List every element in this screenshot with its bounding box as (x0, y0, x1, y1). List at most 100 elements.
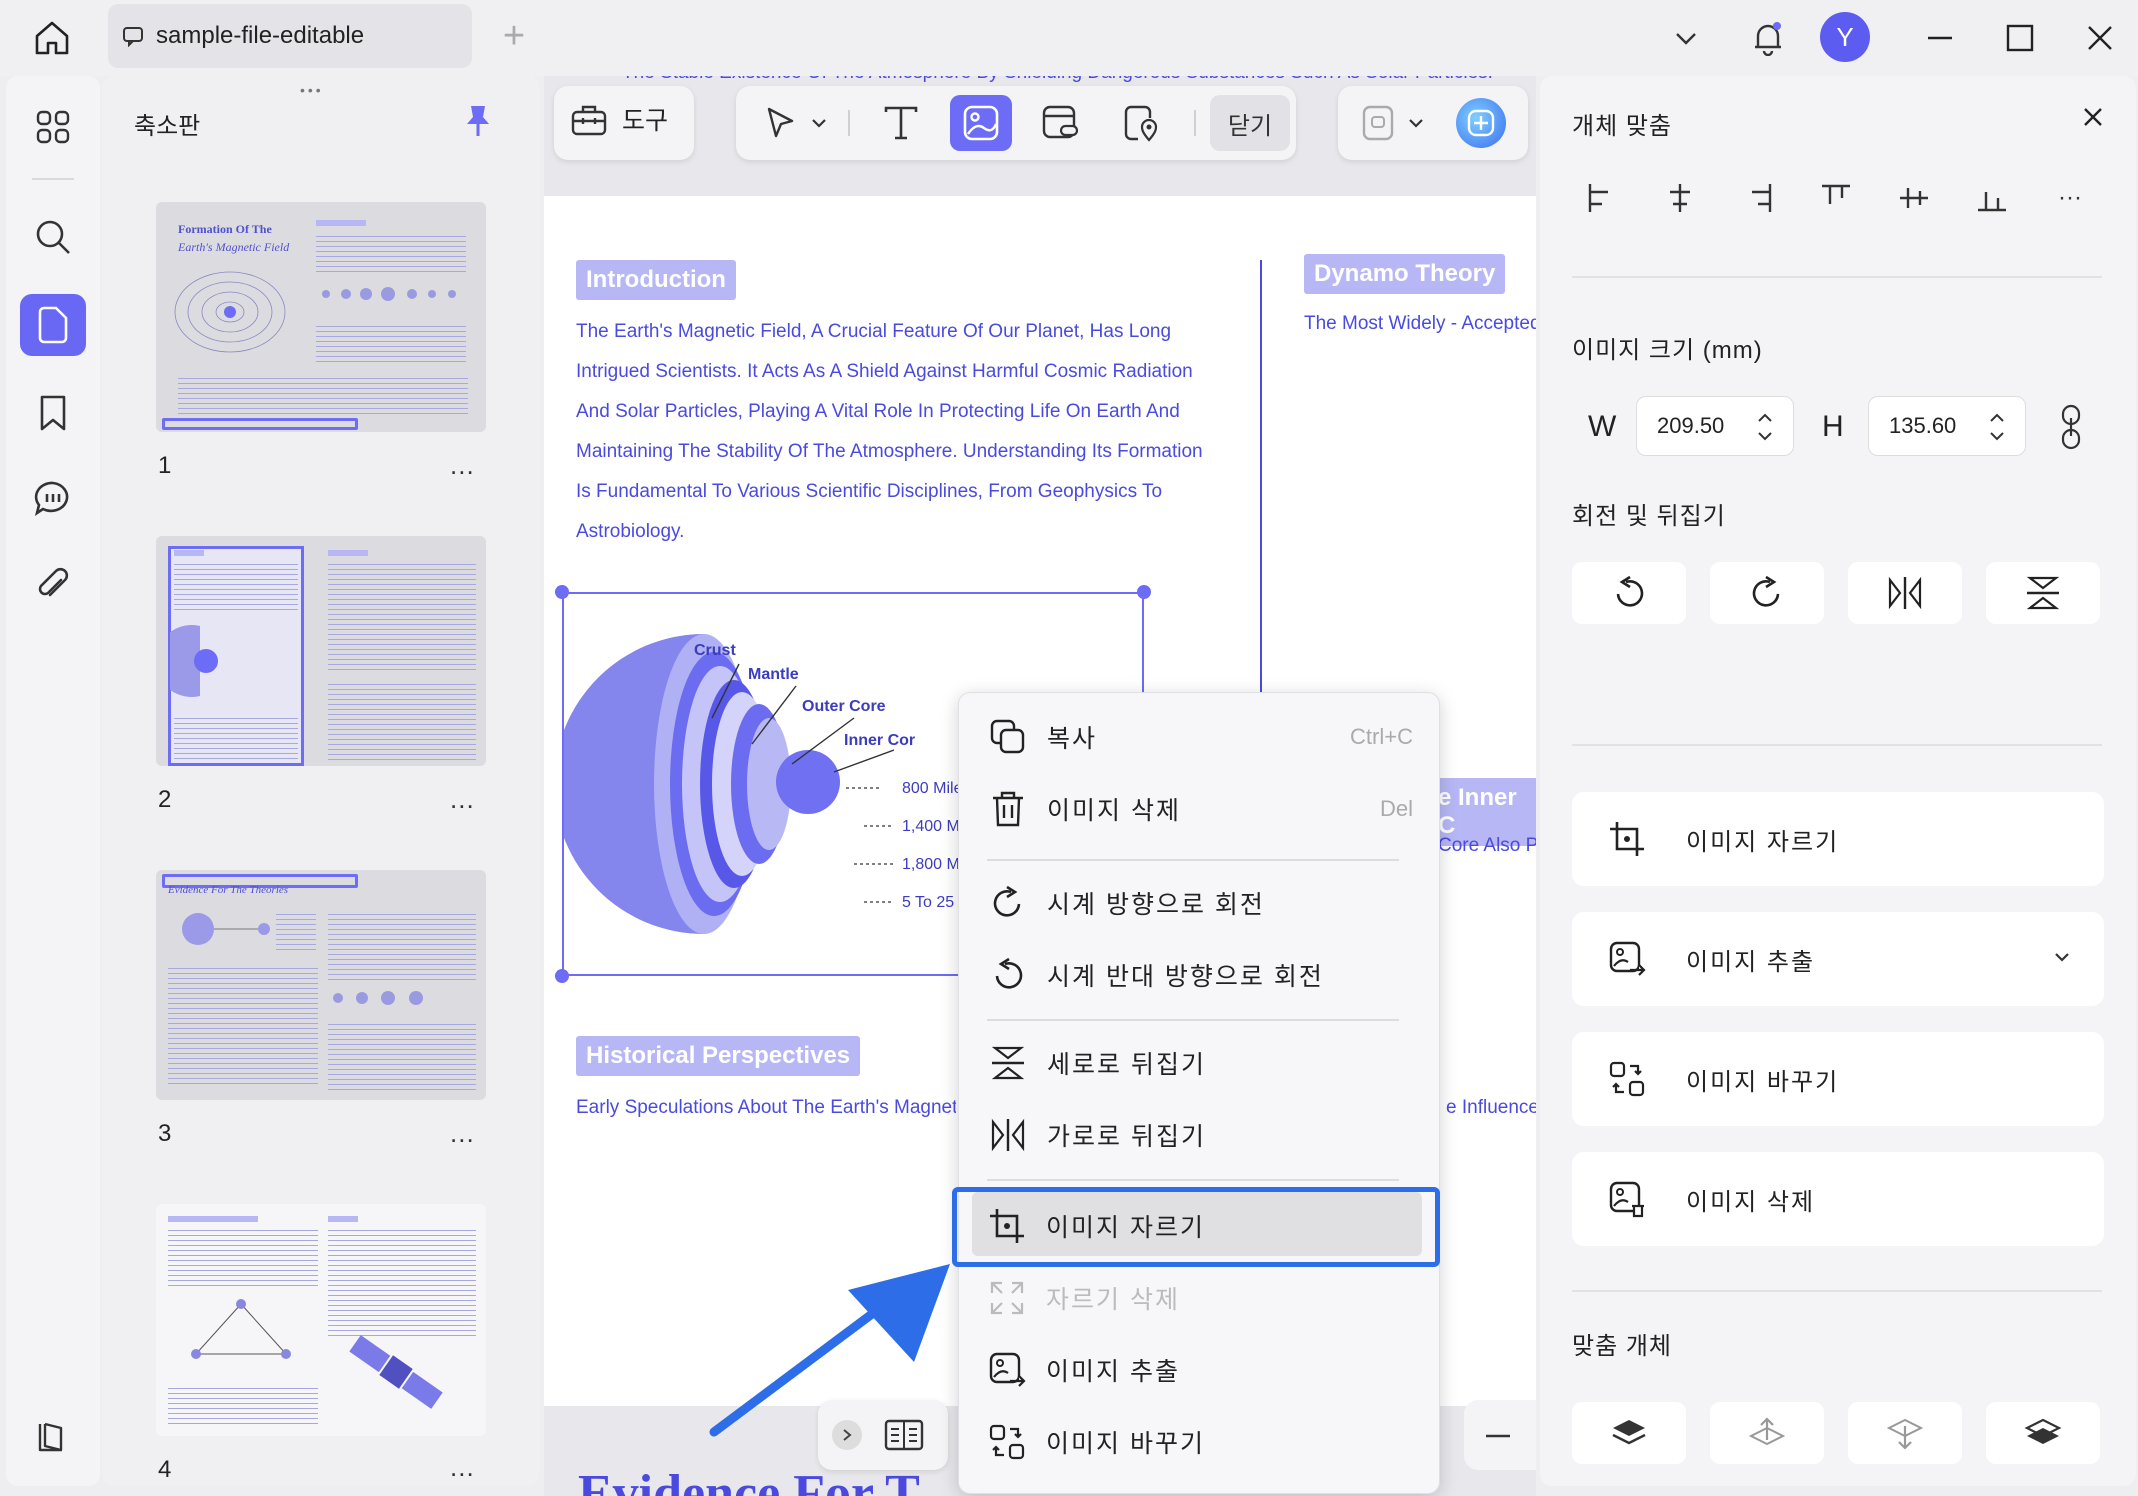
align-middle-button[interactable] (1894, 178, 1934, 218)
flip-vertical-icon (2026, 576, 2060, 610)
rail-attachments-button[interactable] (20, 554, 86, 616)
extract-image-button[interactable]: 이미지 추출 (1572, 912, 2104, 1006)
height-field[interactable]: 135.60 (1868, 396, 2026, 456)
delete-image-button[interactable]: 이미지 삭제 (1572, 1152, 2104, 1246)
flip-vertical-button[interactable] (1986, 562, 2100, 624)
thumb-title: Formation Of The (178, 222, 272, 236)
select-tool-button[interactable] (756, 95, 836, 151)
more-align-button[interactable]: ··· (2050, 178, 2090, 218)
page-thumbnail-3[interactable]: Evidence For The Theories (156, 870, 486, 1100)
page-thumbnail-4[interactable] (156, 1204, 486, 1436)
menu-item-rotate-cw[interactable]: 시계 방향으로 회전 (987, 873, 1427, 933)
menu-item-replace-image[interactable]: 이미지 바꾸기 (986, 1412, 1426, 1472)
link-tool-button[interactable] (1030, 95, 1092, 151)
crop-icon (1610, 822, 1644, 856)
earth-layers-illustration (170, 625, 218, 697)
chevron-down-icon[interactable] (2052, 950, 2072, 966)
rotate-ccw-button[interactable] (1572, 562, 1686, 624)
close-edit-button[interactable]: 닫기 (1210, 95, 1290, 151)
align-top-button[interactable] (1816, 178, 1856, 218)
stamp-tool-button[interactable] (1110, 95, 1172, 151)
ai-assistant-button[interactable] (1456, 98, 1506, 148)
replace-image-button[interactable]: 이미지 바꾸기 (1572, 1032, 2104, 1126)
rail-sidebar-toggle-button[interactable] (20, 1406, 86, 1468)
maximize-button[interactable] (1992, 10, 2048, 66)
crop-image-button[interactable]: 이미지 자르기 (1572, 792, 2104, 886)
replace-image-icon (989, 1424, 1025, 1460)
stepper-icon[interactable] (1987, 409, 2007, 445)
rail-search-button[interactable] (20, 206, 86, 268)
tools-button[interactable]: 도구 (570, 100, 668, 138)
right-lower-paragraph[interactable]: e Influence C Gilbert In T Instruments (1446, 1088, 1536, 1128)
save-button[interactable] (1348, 95, 1438, 151)
zoom-out-icon[interactable] (1484, 1424, 1512, 1448)
inner-core-paragraph[interactable]: Core Also P s With The F r Core Can A er… (1438, 826, 1536, 866)
document-tab[interactable]: sample-file-editable (108, 4, 472, 68)
bring-forward-button[interactable] (1710, 1402, 1824, 1464)
align-left-button[interactable] (1582, 178, 1622, 218)
width-field[interactable]: 209.50 (1636, 396, 1794, 456)
rail-comments-button[interactable] (20, 468, 86, 530)
page-more-button[interactable]: ... (450, 1452, 475, 1483)
menu-item-extract-image[interactable]: 이미지 추출 (986, 1340, 1426, 1400)
dynamo-heading[interactable]: Dynamo Theory (1304, 254, 1506, 294)
rail-bookmarks-button[interactable] (20, 382, 86, 444)
menu-item-copy[interactable]: 복사 Ctrl+C (987, 707, 1427, 767)
historical-paragraph[interactable]: Early Speculations About The Earth's Mag… (576, 1088, 956, 1128)
comment-icon (34, 481, 69, 516)
close-window-button[interactable] (2072, 10, 2128, 66)
intro-paragraph[interactable]: The Earth's Magnetic Field, A Crucial Fe… (576, 312, 1216, 552)
new-tab-button[interactable]: + (494, 16, 534, 56)
menu-item-flip-horizontal[interactable]: 가로로 뒤집기 (987, 1105, 1427, 1165)
minimize-button[interactable] (1912, 10, 1968, 66)
panel-divider (1572, 744, 2102, 746)
stepper-icon[interactable] (1755, 409, 1775, 445)
bring-to-front-button[interactable] (1572, 1402, 1686, 1464)
panel-divider (1572, 1290, 2102, 1292)
avatar[interactable]: Y (1820, 12, 1870, 62)
page-more-button[interactable]: ... (450, 1118, 475, 1149)
image-tool-button[interactable] (950, 95, 1012, 151)
page-thumbnail-2[interactable] (156, 536, 486, 766)
home-button[interactable] (26, 14, 78, 62)
page-more-button[interactable]: ... (450, 784, 475, 815)
align-center-button[interactable] (1660, 178, 1700, 218)
toolbar-divider (848, 110, 850, 136)
flip-horizontal-button[interactable] (1848, 562, 1962, 624)
send-backward-button[interactable] (1848, 1402, 1962, 1464)
rotate-cw-button[interactable] (1710, 562, 1824, 624)
menu-item-remove-crop: 자르기 삭제 (986, 1268, 1426, 1328)
lock-ratio-icon[interactable] (2056, 404, 2086, 450)
rail-organize-button[interactable] (20, 96, 86, 158)
menu-item-rotate-ccw[interactable]: 시계 반대 방향으로 회전 (987, 945, 1427, 1005)
drag-handle[interactable]: ••• (300, 82, 334, 98)
page-more-button[interactable]: ... (450, 450, 475, 481)
flip-vertical-icon (991, 1046, 1025, 1080)
menu-divider (987, 859, 1399, 861)
diagram-label-crust: Crust (694, 642, 736, 659)
rotate-title: 회전 및 뒤집기 (1572, 503, 1726, 530)
menu-item-label: 이미지 추출 (1046, 1358, 1180, 1386)
align-right-button[interactable] (1738, 178, 1778, 218)
send-to-back-button[interactable] (1986, 1402, 2100, 1464)
search-icon (36, 220, 70, 254)
diagram-label-outer-core: Outer Core (802, 698, 886, 715)
dropdown-button[interactable] (1658, 10, 1714, 66)
menu-item-label: 이미지 바꾸기 (1046, 1430, 1205, 1458)
menu-item-shortcut: Del (1379, 796, 1413, 821)
pin-icon[interactable] (462, 104, 494, 138)
historical-heading[interactable]: Historical Perspectives (576, 1036, 861, 1076)
close-icon[interactable] (2080, 104, 2106, 130)
text-tool-button[interactable] (870, 95, 932, 151)
notifications-button[interactable] (1740, 10, 1796, 66)
dynamo-paragraph[interactable]: The Most Widely - Accepted The Dynamo Th… (1304, 304, 1536, 344)
page-top-cut-text: The Stable Existence Of The Atmosphere B… (622, 76, 1502, 84)
menu-item-delete-image[interactable]: 이미지 삭제 Del (987, 779, 1427, 839)
replace-image-label: 이미지 바꾸기 (1686, 1068, 1840, 1096)
menu-item-flip-vertical[interactable]: 세로로 뒤집기 (987, 1033, 1427, 1093)
page-thumbnail-1[interactable]: Formation Of The Earth's Magnetic Field (156, 202, 486, 432)
resize-handle[interactable] (1137, 585, 1151, 599)
align-bottom-button[interactable] (1972, 178, 2012, 218)
intro-heading[interactable]: Introduction (576, 260, 736, 300)
rail-thumbnails-button[interactable] (20, 294, 86, 356)
